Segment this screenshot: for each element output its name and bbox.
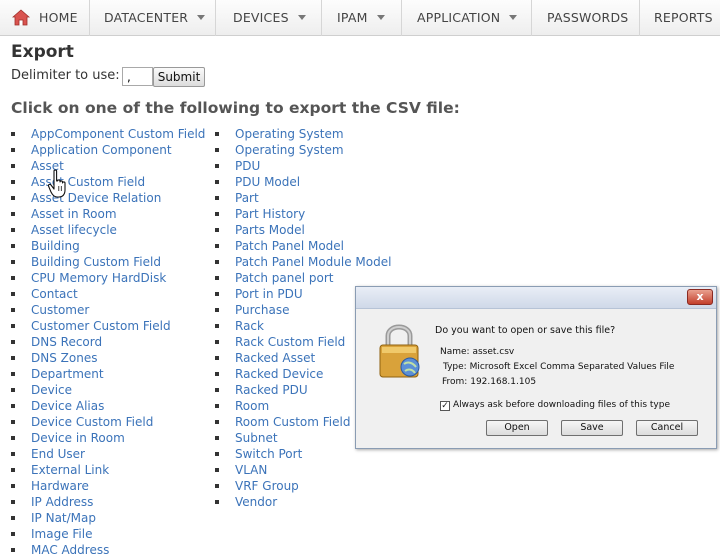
export-link[interactable]: Operating System bbox=[215, 126, 391, 142]
export-link[interactable]: Department bbox=[11, 366, 205, 382]
file-from-row: From: 192.168.1.105 bbox=[442, 377, 536, 387]
export-link[interactable]: Device bbox=[11, 382, 205, 398]
nav-passwords-label: PASSWORDS bbox=[547, 10, 629, 25]
lock-icon bbox=[379, 324, 420, 378]
nav-devices-label: DEVICES bbox=[233, 10, 289, 25]
save-button[interactable]: Save bbox=[561, 420, 623, 436]
nav-home[interactable]: HOME bbox=[0, 0, 90, 36]
chevron-down-icon bbox=[197, 15, 206, 20]
export-link[interactable]: Asset Custom Field bbox=[11, 174, 205, 190]
export-link[interactable]: DNS Zones bbox=[11, 350, 205, 366]
export-link[interactable]: DNS Record bbox=[11, 334, 205, 350]
export-link[interactable]: PDU Model bbox=[215, 174, 391, 190]
open-button[interactable]: Open bbox=[486, 420, 548, 436]
export-link[interactable]: Customer bbox=[11, 302, 205, 318]
export-link[interactable]: Parts Model bbox=[215, 222, 391, 238]
export-link[interactable]: Patch Panel Module Model bbox=[215, 254, 391, 270]
export-link[interactable]: MAC Address bbox=[11, 542, 205, 558]
nav-home-label: HOME bbox=[39, 10, 78, 25]
export-link[interactable]: Device in Room bbox=[11, 430, 205, 446]
delimiter-input[interactable] bbox=[122, 67, 153, 86]
nav-reports[interactable]: REPORTS bbox=[640, 0, 720, 36]
export-link[interactable]: PDU bbox=[215, 158, 391, 174]
submit-button[interactable]: Submit bbox=[153, 67, 205, 87]
file-name-row: Name: asset.csv bbox=[440, 347, 514, 357]
nav-datacenter[interactable]: DATACENTER bbox=[90, 0, 216, 36]
cancel-button[interactable]: Cancel bbox=[636, 420, 698, 436]
file-download-dialog: x Do you want to open or save this file?… bbox=[355, 286, 717, 449]
export-link[interactable]: Part bbox=[215, 190, 391, 206]
top-navbar: HOME DATACENTER DEVICES IPAM APPLICATION… bbox=[0, 0, 720, 36]
chevron-down-icon bbox=[509, 15, 518, 20]
hand-cursor-icon bbox=[47, 169, 66, 198]
export-link[interactable]: Patch Panel Model bbox=[215, 238, 391, 254]
export-link[interactable]: CPU Memory HardDisk bbox=[11, 270, 205, 286]
file-name-value: asset.csv bbox=[472, 347, 515, 357]
export-link[interactable]: VRF Group bbox=[215, 478, 391, 494]
export-link[interactable]: VLAN bbox=[215, 462, 391, 478]
export-link[interactable]: Device Custom Field bbox=[11, 414, 205, 430]
export-link[interactable]: Asset Device Relation bbox=[11, 190, 205, 206]
nav-application-label: APPLICATION bbox=[417, 10, 501, 25]
export-link[interactable]: Asset in Room bbox=[11, 206, 205, 222]
export-link[interactable]: Part History bbox=[215, 206, 391, 222]
export-link[interactable]: Operating System bbox=[215, 142, 391, 158]
always-ask-label: Always ask before downloading files of t… bbox=[453, 400, 670, 410]
file-type-label: Type: bbox=[443, 362, 467, 372]
file-name-label: Name: bbox=[440, 347, 470, 357]
export-link[interactable]: Building Custom Field bbox=[11, 254, 205, 270]
home-icon bbox=[12, 9, 30, 26]
nav-devices[interactable]: DEVICES bbox=[216, 0, 322, 36]
dialog-titlebar[interactable]: x bbox=[356, 287, 716, 309]
export-link[interactable]: Customer Custom Field bbox=[11, 318, 205, 334]
export-link[interactable]: External Link bbox=[11, 462, 205, 478]
nav-datacenter-label: DATACENTER bbox=[104, 10, 189, 25]
export-link[interactable]: Contact bbox=[11, 286, 205, 302]
export-list-col1: AppComponent Custom Field Application Com… bbox=[11, 126, 205, 558]
export-link[interactable]: Building bbox=[11, 238, 205, 254]
nav-reports-label: REPORTS bbox=[654, 10, 713, 25]
export-subheading: Click on one of the following to export … bbox=[11, 99, 460, 117]
nav-ipam[interactable]: IPAM bbox=[322, 0, 402, 36]
export-link[interactable]: Patch panel port bbox=[215, 270, 391, 286]
nav-passwords[interactable]: PASSWORDS bbox=[532, 0, 640, 36]
page-title: Export bbox=[11, 42, 74, 62]
export-link[interactable]: AppComponent Custom Field bbox=[11, 126, 205, 142]
nav-application[interactable]: APPLICATION bbox=[402, 0, 532, 36]
chevron-down-icon bbox=[297, 15, 306, 20]
export-link[interactable]: Device Alias bbox=[11, 398, 205, 414]
nav-ipam-label: IPAM bbox=[337, 10, 368, 25]
export-link[interactable]: Asset bbox=[11, 158, 205, 174]
export-link[interactable]: Application Component bbox=[11, 142, 205, 158]
file-from-value: 192.168.1.105 bbox=[470, 377, 537, 387]
export-link[interactable]: IP Nat/Map bbox=[11, 510, 205, 526]
export-link[interactable]: Image File bbox=[11, 526, 205, 542]
close-icon[interactable]: x bbox=[687, 289, 713, 305]
export-link[interactable]: Vendor bbox=[215, 494, 391, 510]
file-type-value: Microsoft Excel Comma Separated Values F… bbox=[469, 362, 675, 372]
export-link[interactable]: End User bbox=[11, 446, 205, 462]
export-link[interactable]: Hardware bbox=[11, 478, 205, 494]
delimiter-label: Delimiter to use: bbox=[11, 68, 120, 83]
file-type-row: Type: Microsoft Excel Comma Separated Va… bbox=[443, 362, 674, 372]
chevron-down-icon bbox=[376, 15, 385, 20]
export-link[interactable]: IP Address bbox=[11, 494, 205, 510]
file-from-label: From: bbox=[442, 377, 468, 387]
dialog-question: Do you want to open or save this file? bbox=[435, 325, 616, 336]
export-link[interactable]: Asset lifecycle bbox=[11, 222, 205, 238]
always-ask-checkbox[interactable]: ✓ bbox=[440, 401, 450, 411]
